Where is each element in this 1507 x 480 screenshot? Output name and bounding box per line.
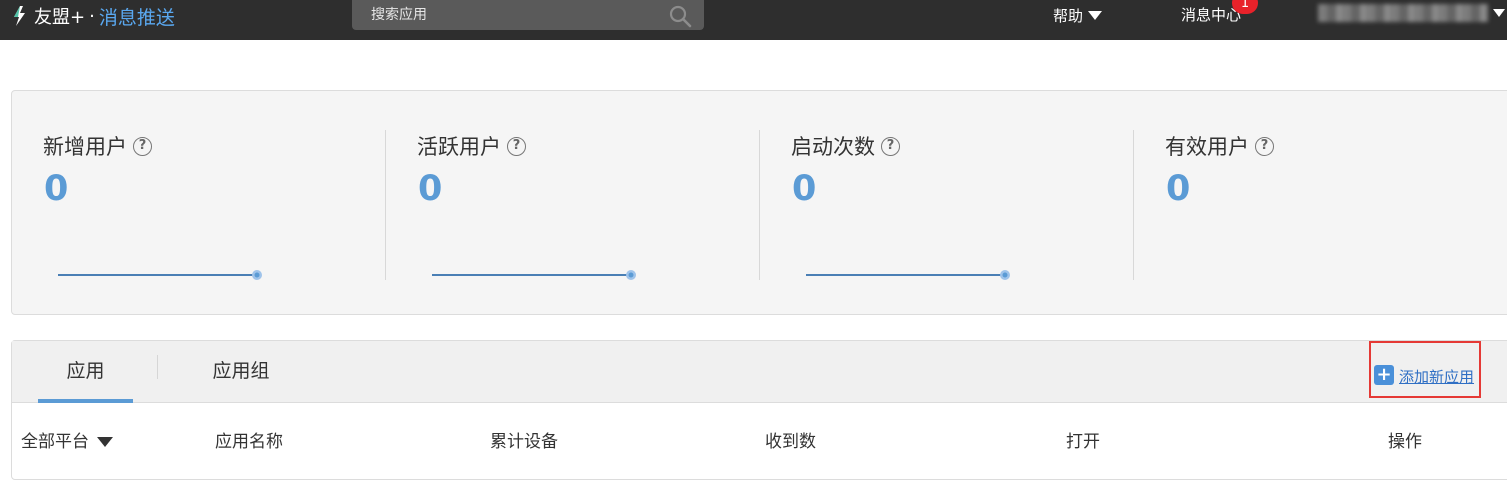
sparkline xyxy=(58,270,262,280)
column-header: 应用名称 xyxy=(215,432,283,452)
chevron-down-icon xyxy=(97,437,113,447)
top-navbar: 友盟+ · 消息推送 帮助 消息中心 1 xyxy=(0,0,1507,40)
user-chevron-down-icon[interactable] xyxy=(1493,9,1505,17)
tab-divider xyxy=(157,355,158,379)
stat-label: 活跃用户 xyxy=(417,135,501,159)
column-header: 全部平台 xyxy=(21,432,89,452)
search-box xyxy=(352,0,704,30)
plus-icon: + xyxy=(1374,365,1394,385)
stat-label: 启动次数 xyxy=(791,135,875,159)
help-label: 帮助 xyxy=(1053,6,1084,25)
column-header: 操作 xyxy=(1388,432,1422,452)
help-icon[interactable]: ? xyxy=(507,136,526,156)
help-icon[interactable]: ? xyxy=(881,136,900,156)
help-icon[interactable]: ? xyxy=(1255,136,1274,156)
sparkline xyxy=(432,270,636,280)
user-account-menu[interactable] xyxy=(1318,4,1488,22)
column-header: 收到数 xyxy=(765,432,816,452)
logo[interactable]: 友盟+ · 消息推送 xyxy=(10,3,175,30)
stat-valid-users: 有效用户 ? 0 xyxy=(1134,91,1507,316)
umeng-logo-icon xyxy=(14,6,25,26)
stat-active-users: 活跃用户 ? 0 xyxy=(386,91,759,316)
app-list-panel: 应用 应用组 + 添加新应用 全部平台 应用名称 累计设备 收到数 打开 操作 xyxy=(11,340,1507,480)
tab-bar: 应用 应用组 + 添加新应用 xyxy=(12,341,1507,403)
stat-value: 0 xyxy=(1166,169,1191,209)
sparkline xyxy=(806,270,1010,280)
message-count-badge: 1 xyxy=(1232,0,1258,14)
table-header: 全部平台 应用名称 累计设备 收到数 打开 操作 xyxy=(12,403,1507,475)
search-icon[interactable] xyxy=(668,4,692,28)
product-name[interactable]: 消息推送 xyxy=(99,3,175,30)
chevron-down-icon xyxy=(1088,10,1103,20)
tab-app-groups[interactable]: 应用组 xyxy=(197,341,285,403)
platform-filter[interactable]: 全部平台 xyxy=(21,427,113,452)
stat-new-users: 新增用户 ? 0 xyxy=(12,91,385,316)
search-input[interactable] xyxy=(352,0,662,30)
stats-panel: 新增用户 ? 0 活跃用户 ? 0 启动次数 ? 0 有效用户 ? 0 xyxy=(11,90,1507,315)
stat-launches: 启动次数 ? 0 xyxy=(760,91,1133,316)
stat-value: 0 xyxy=(44,169,69,209)
help-icon[interactable]: ? xyxy=(133,136,152,156)
tab-apps[interactable]: 应用 xyxy=(38,341,133,403)
column-header: 累计设备 xyxy=(490,432,558,452)
brand-name: 友盟+ xyxy=(34,7,86,28)
column-header: 打开 xyxy=(1066,432,1100,452)
stat-label: 新增用户 xyxy=(43,135,127,159)
help-menu[interactable]: 帮助 xyxy=(1053,4,1103,26)
stat-value: 0 xyxy=(418,169,443,209)
brand-separator: · xyxy=(89,5,95,27)
stat-label: 有效用户 xyxy=(1165,135,1249,159)
add-app-label[interactable]: 添加新应用 xyxy=(1399,366,1474,387)
add-app-button[interactable]: + 添加新应用 xyxy=(1369,341,1481,398)
stat-value: 0 xyxy=(792,169,817,209)
